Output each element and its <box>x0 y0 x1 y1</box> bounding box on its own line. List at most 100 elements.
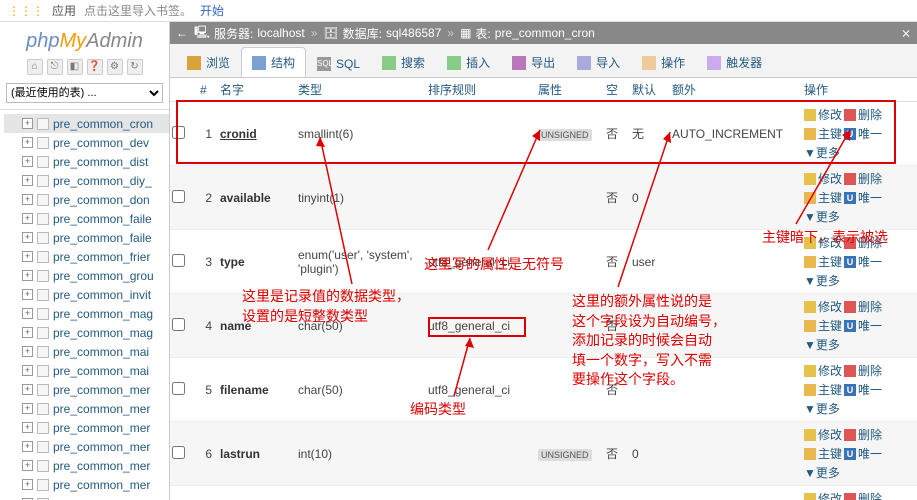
drop-link[interactable]: 删除 <box>844 106 882 123</box>
tree-item[interactable]: +pre_common_mer <box>4 456 169 475</box>
reload-icon[interactable]: ↻ <box>127 59 143 75</box>
row-checkbox[interactable] <box>172 254 185 267</box>
expand-icon[interactable]: + <box>22 137 33 148</box>
tree-item[interactable]: +pre_common_mer <box>4 437 169 456</box>
expand-icon[interactable]: + <box>22 156 33 167</box>
primary-link[interactable]: 主键 <box>804 381 842 398</box>
column-name[interactable]: available <box>218 191 296 205</box>
expand-icon[interactable]: + <box>22 175 33 186</box>
crumb-db[interactable]: sql486587 <box>386 26 441 40</box>
expand-icon[interactable]: + <box>22 118 33 129</box>
row-checkbox[interactable] <box>172 446 185 459</box>
tab-insert[interactable]: 插入 <box>436 47 501 77</box>
more-link[interactable]: ▼更多 <box>804 336 840 353</box>
expand-icon[interactable]: + <box>22 365 33 376</box>
tree-item[interactable]: +pre_common_mag <box>4 323 169 342</box>
edit-link[interactable]: 修改 <box>804 106 842 123</box>
close-icon[interactable]: ⨯ <box>901 26 911 40</box>
col-extra[interactable]: 额外 <box>670 81 802 98</box>
tree-item[interactable]: +pre_common_faile <box>4 209 169 228</box>
drop-link[interactable]: 删除 <box>844 234 882 251</box>
tab-structure[interactable]: 结构 <box>241 47 306 77</box>
tab-import[interactable]: 导入 <box>566 47 631 77</box>
tree-item[interactable]: +pre_common_diy_ <box>4 171 169 190</box>
expand-icon[interactable]: + <box>22 403 33 414</box>
crumb-server[interactable]: localhost <box>257 26 304 40</box>
apps-label[interactable]: 应用 <box>52 2 76 19</box>
tree-item[interactable]: +pre_common_invit <box>4 285 169 304</box>
tree-item[interactable]: +pre_common_mag <box>4 304 169 323</box>
import-bookmarks-link[interactable]: 点击这里导入书签。 <box>84 2 192 19</box>
expand-icon[interactable]: + <box>22 289 33 300</box>
expand-icon[interactable]: + <box>22 270 33 281</box>
expand-icon[interactable]: + <box>22 327 33 338</box>
expand-icon[interactable]: + <box>22 479 33 490</box>
tree-item[interactable]: +pre_common_mer <box>4 475 169 494</box>
more-link[interactable]: ▼更多 <box>804 208 840 225</box>
col-null[interactable]: 空 <box>604 81 630 98</box>
tree-item[interactable]: +pre_common_dev <box>4 133 169 152</box>
logout-icon[interactable]: ⎋ <box>47 59 63 75</box>
tree-item[interactable]: +pre_common_frier <box>4 247 169 266</box>
col-default[interactable]: 默认 <box>630 81 670 98</box>
tab-sql[interactable]: SQLSQL <box>306 50 371 77</box>
column-name[interactable]: filename <box>218 383 296 397</box>
row-checkbox[interactable] <box>172 126 185 139</box>
tree-item[interactable]: +pre_common_don <box>4 190 169 209</box>
column-name[interactable]: lastrun <box>218 447 296 461</box>
tree-item[interactable]: +pre_common_mer <box>4 380 169 399</box>
unique-link[interactable]: U唯一 <box>844 189 882 206</box>
unique-link[interactable]: U唯一 <box>844 317 882 334</box>
tab-search[interactable]: 搜索 <box>371 47 436 77</box>
row-checkbox[interactable] <box>172 318 185 331</box>
unique-link[interactable]: U唯一 <box>844 253 882 270</box>
primary-link[interactable]: 主键 <box>804 317 842 334</box>
collapse-icon[interactable]: ← <box>176 26 188 40</box>
expand-icon[interactable]: + <box>22 384 33 395</box>
tree-item[interactable]: +pre_common_mai <box>4 342 169 361</box>
tree-item[interactable]: +pre_common_mai <box>4 361 169 380</box>
home-icon[interactable]: ⌂ <box>27 59 43 75</box>
col-collation[interactable]: 排序规则 <box>426 81 536 98</box>
more-link[interactable]: ▼更多 <box>804 144 840 161</box>
drop-link[interactable]: 删除 <box>844 426 882 443</box>
col-num[interactable]: # <box>198 83 218 97</box>
drop-link[interactable]: 删除 <box>844 490 882 500</box>
drop-link[interactable]: 删除 <box>844 170 882 187</box>
more-link[interactable]: ▼更多 <box>804 464 840 481</box>
expand-icon[interactable]: + <box>22 308 33 319</box>
column-name[interactable]: type <box>218 255 296 269</box>
column-name[interactable]: name <box>218 319 296 333</box>
tab-triggers[interactable]: 触发器 <box>696 47 773 77</box>
expand-icon[interactable]: + <box>22 441 33 452</box>
primary-link[interactable]: 主键 <box>804 125 842 142</box>
tree-item[interactable]: +pre_common_mer <box>4 418 169 437</box>
tree-item[interactable]: +pre_common_mer <box>4 494 169 500</box>
expand-icon[interactable]: + <box>22 422 33 433</box>
unique-link[interactable]: U唯一 <box>844 381 882 398</box>
expand-icon[interactable]: + <box>22 346 33 357</box>
tab-operations[interactable]: 操作 <box>631 47 696 77</box>
col-name[interactable]: 名字 <box>218 81 296 98</box>
col-type[interactable]: 类型 <box>296 81 426 98</box>
tree-item[interactable]: +pre_common_dist <box>4 152 169 171</box>
more-link[interactable]: ▼更多 <box>804 400 840 417</box>
edit-link[interactable]: 修改 <box>804 298 842 315</box>
col-ops[interactable]: 操作 <box>802 81 908 98</box>
expand-icon[interactable]: + <box>22 232 33 243</box>
tree-item[interactable]: +pre_common_mer <box>4 399 169 418</box>
expand-icon[interactable]: + <box>22 213 33 224</box>
recent-tables-select[interactable]: (最近使用的表) ... <box>6 83 163 103</box>
expand-icon[interactable]: + <box>22 251 33 262</box>
column-name[interactable]: cronid <box>218 127 296 141</box>
settings-icon[interactable]: ⚙ <box>107 59 123 75</box>
tab-export[interactable]: 导出 <box>501 47 566 77</box>
tree-item[interactable]: +pre_common_cron <box>4 114 169 133</box>
col-attr[interactable]: 属性 <box>536 81 604 98</box>
row-checkbox[interactable] <box>172 382 185 395</box>
edit-link[interactable]: 修改 <box>804 170 842 187</box>
drop-link[interactable]: 删除 <box>844 298 882 315</box>
row-checkbox[interactable] <box>172 190 185 203</box>
tab-browse[interactable]: 浏览 <box>176 47 241 77</box>
primary-link[interactable]: 主键 <box>804 253 842 270</box>
